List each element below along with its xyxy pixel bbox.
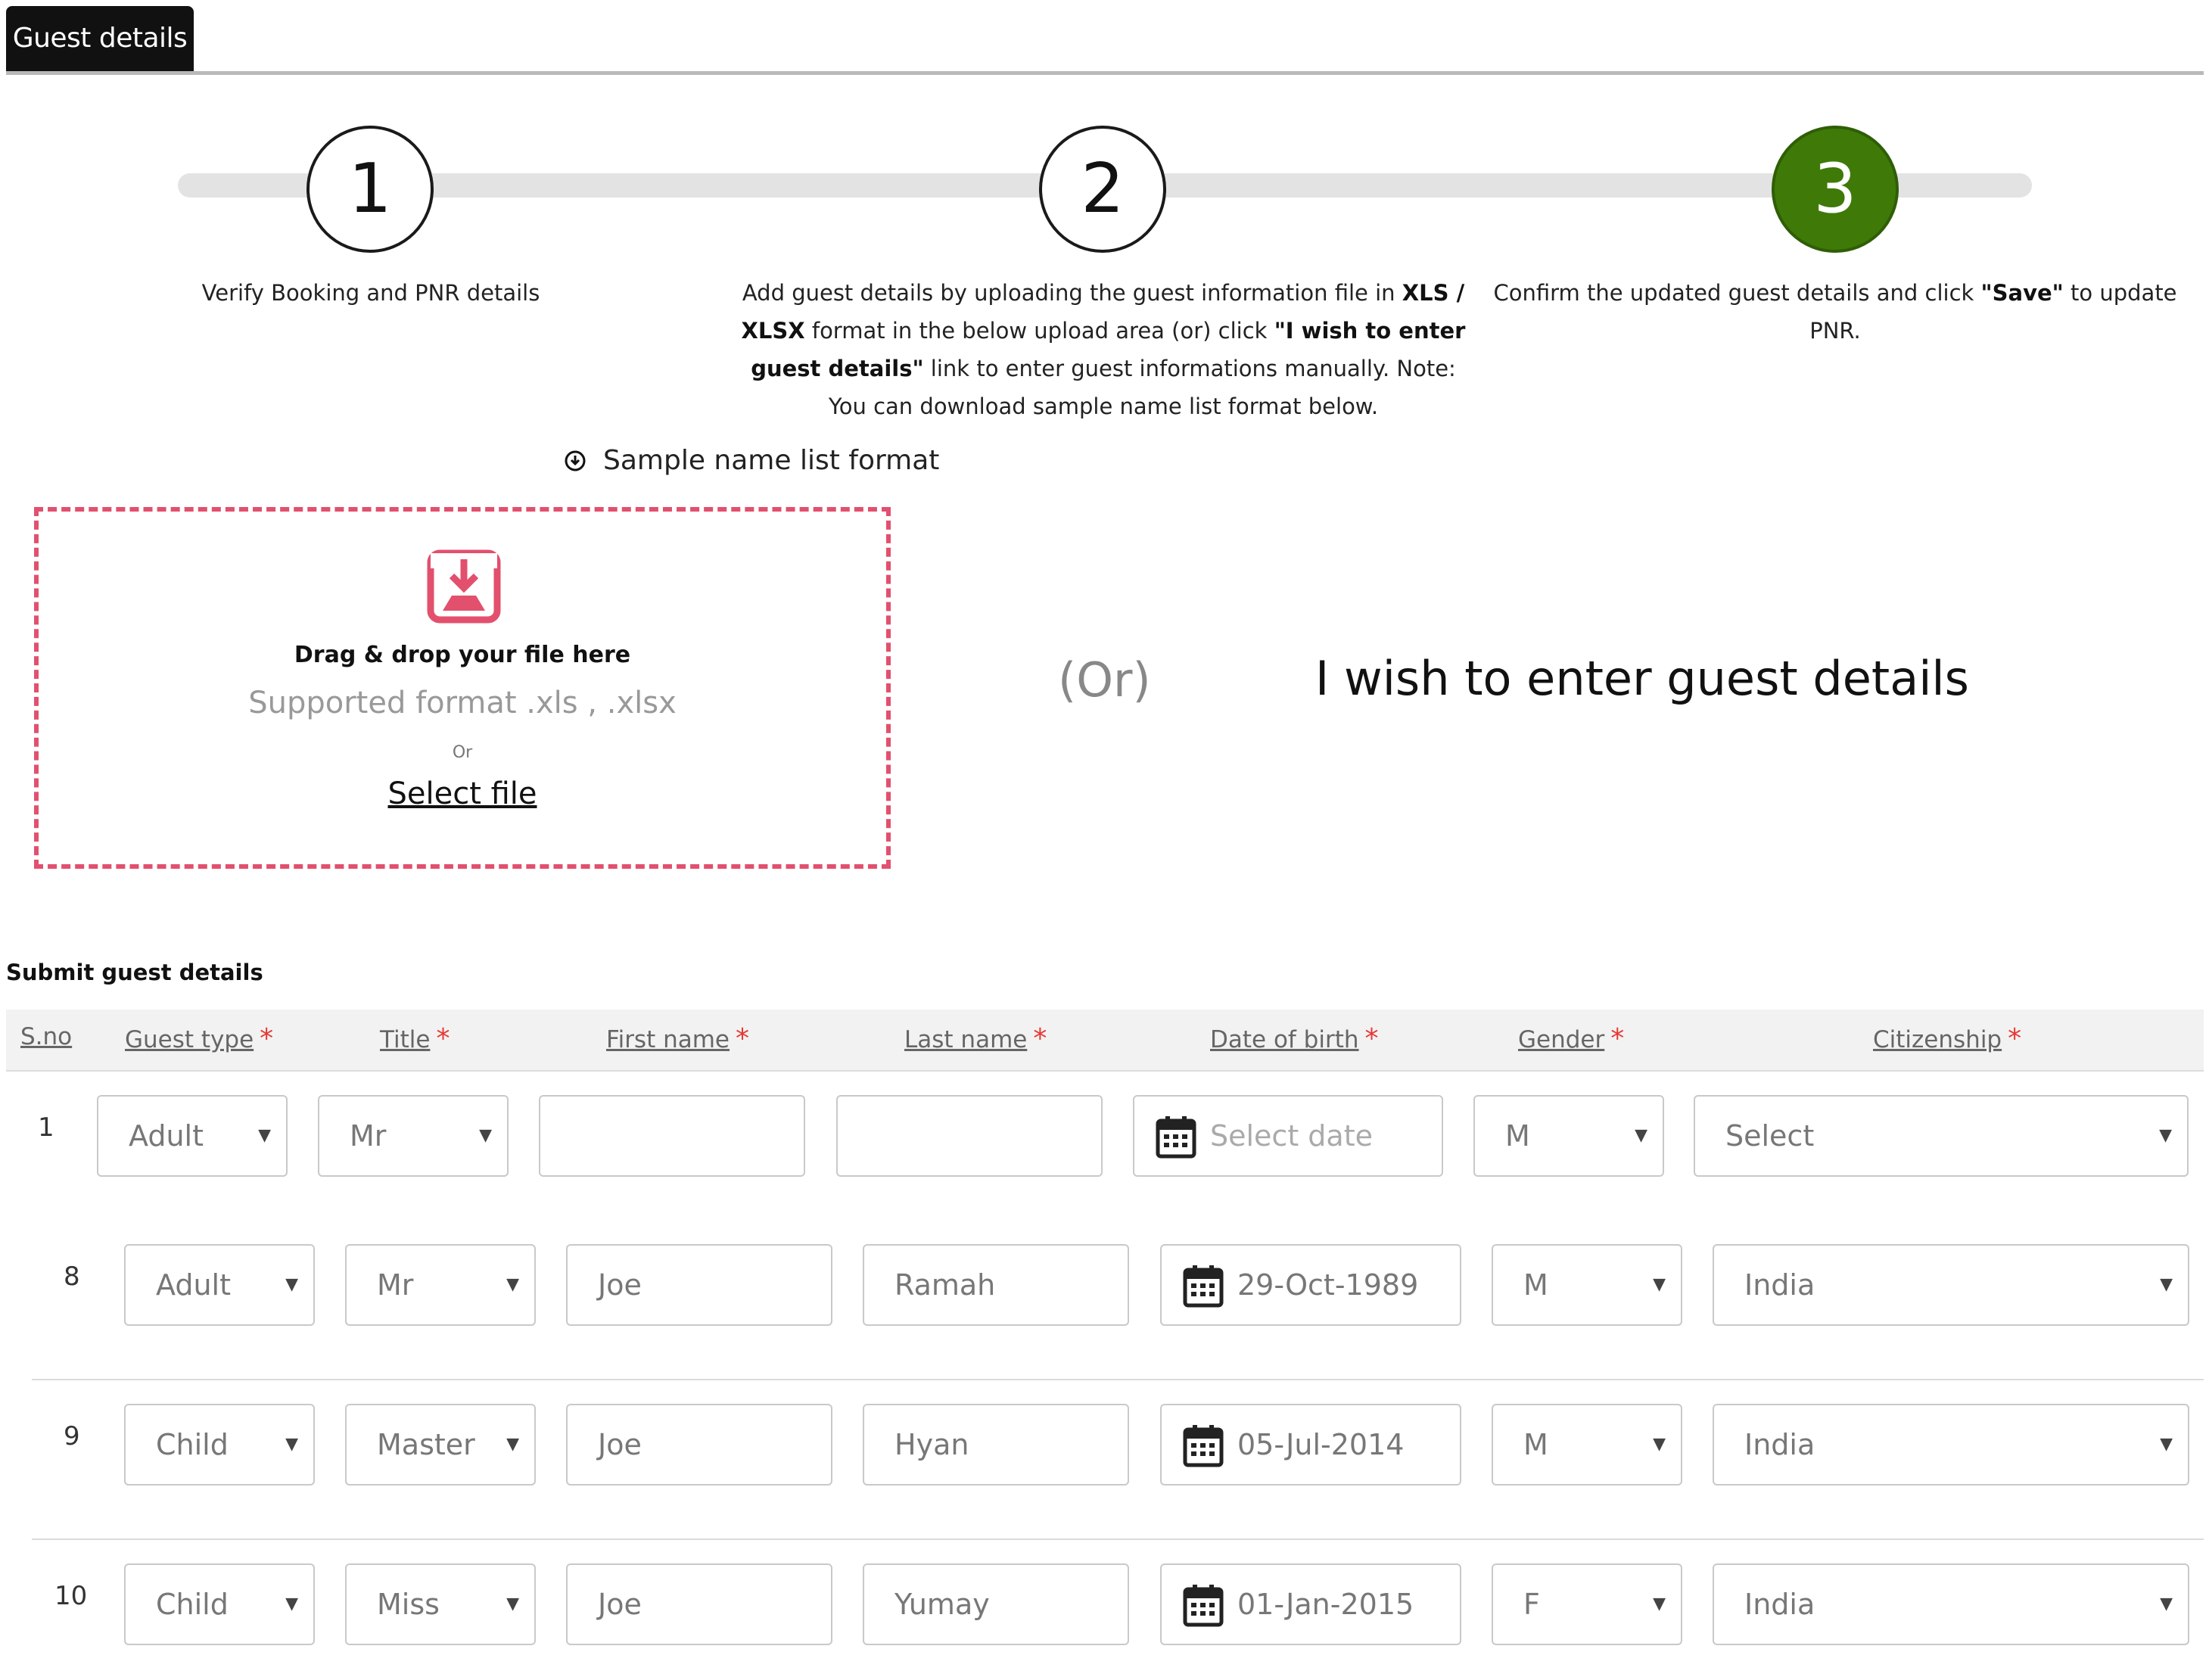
caret-down-icon: ▼	[285, 1435, 298, 1454]
citizenship-select[interactable]: Select ▼	[1694, 1095, 2189, 1177]
row-sno: 8	[64, 1262, 80, 1292]
last-name-input[interactable]: Hyan	[863, 1404, 1129, 1486]
first-name-input[interactable]: Joe	[566, 1563, 832, 1645]
last-name-input[interactable]: Yumay	[863, 1563, 1129, 1645]
row-divider	[32, 1379, 2204, 1380]
required-mark: *	[1610, 1023, 1625, 1054]
calendar-icon	[1183, 1425, 1224, 1467]
select-file-link[interactable]: Select file	[387, 776, 537, 811]
dropzone-title: Drag & drop your file here	[294, 642, 631, 668]
caret-down-icon: ▼	[258, 1126, 271, 1145]
step-3-text: Confirm the updated guest details and cl…	[1493, 280, 2177, 344]
caret-down-icon: ▼	[285, 1594, 298, 1613]
select-file-wrapper: Select file	[34, 776, 891, 811]
step-1-text: Verify Booking and PNR details	[201, 280, 540, 306]
header-last-name[interactable]: Last name *	[904, 1023, 1047, 1054]
step-1-circle: 1	[306, 126, 434, 253]
header-guest-type[interactable]: Guest type *	[125, 1023, 273, 1054]
required-mark: *	[1364, 1023, 1379, 1054]
dob-placeholder: Select date	[1210, 1119, 1373, 1153]
step-2-circle: 2	[1039, 126, 1166, 253]
gender-select[interactable]: M ▼	[1473, 1095, 1664, 1177]
citizenship-select[interactable]: India ▼	[1713, 1563, 2189, 1645]
gender-select[interactable]: M ▼	[1492, 1404, 1682, 1486]
calendar-icon	[1183, 1585, 1224, 1627]
or-separator: (Or)	[1058, 652, 1151, 708]
caret-down-icon: ▼	[2160, 1275, 2173, 1294]
supported-format-text: Supported format .xls , .xlsx	[248, 686, 677, 720]
caret-down-icon: ▼	[506, 1435, 519, 1454]
caret-down-icon: ▼	[2160, 1435, 2173, 1454]
row-divider	[32, 1538, 2204, 1540]
first-name-input[interactable]: Joe	[566, 1404, 832, 1486]
header-first-name[interactable]: First name *	[606, 1023, 749, 1054]
dob-value: 29-Oct-1989	[1237, 1268, 1419, 1302]
caret-down-icon: ▼	[479, 1126, 492, 1145]
gender-select[interactable]: F ▼	[1492, 1563, 1682, 1645]
caret-down-icon: ▼	[1653, 1594, 1666, 1613]
row-sno: 9	[64, 1421, 80, 1451]
dropzone-or-text: Or	[452, 743, 473, 762]
dob-input[interactable]: 29-Oct-1989	[1160, 1244, 1461, 1326]
tab-bar: Guest details	[0, 0, 2209, 76]
caret-down-icon: ▼	[1635, 1126, 1647, 1145]
header-gender[interactable]: Gender *	[1518, 1023, 1624, 1054]
last-name-input[interactable]: Ramah	[863, 1244, 1129, 1326]
title-select[interactable]: Miss ▼	[345, 1563, 536, 1645]
last-name-input[interactable]	[836, 1095, 1103, 1177]
dob-value: 05-Jul-2014	[1237, 1428, 1405, 1461]
header-sno[interactable]: S.no	[20, 1023, 72, 1050]
title-select[interactable]: Mr ▼	[318, 1095, 509, 1177]
caret-down-icon: ▼	[1653, 1435, 1666, 1454]
calendar-icon	[1156, 1116, 1196, 1159]
title-select[interactable]: Mr ▼	[345, 1244, 536, 1326]
calendar-icon	[1183, 1265, 1224, 1308]
header-citizenship[interactable]: Citizenship *	[1873, 1023, 2021, 1054]
guest-type-select[interactable]: Child ▼	[124, 1563, 315, 1645]
dob-value: 01-Jan-2015	[1237, 1588, 1414, 1621]
guest-type-select[interactable]: Adult ▼	[97, 1095, 288, 1177]
download-circle-icon	[565, 450, 586, 471]
first-name-input[interactable]: Joe	[566, 1244, 832, 1326]
required-mark: *	[260, 1023, 274, 1054]
caret-down-icon: ▼	[506, 1275, 519, 1294]
step-3-circle: 3	[1772, 126, 1899, 253]
row-sno: 10	[54, 1581, 88, 1611]
tab-guest-details[interactable]: Guest details	[6, 6, 194, 71]
caret-down-icon: ▼	[506, 1594, 519, 1613]
caret-down-icon: ▼	[2159, 1126, 2172, 1145]
caret-down-icon: ▼	[2160, 1594, 2173, 1613]
caret-down-icon: ▼	[285, 1275, 298, 1294]
caret-down-icon: ▼	[1653, 1275, 1666, 1294]
manual-entry-link[interactable]: I wish to enter guest details	[1315, 651, 1969, 706]
section-title: Submit guest details	[6, 960, 263, 985]
citizenship-select[interactable]: India ▼	[1713, 1404, 2189, 1486]
required-mark: *	[2008, 1023, 2022, 1054]
citizenship-select[interactable]: India ▼	[1713, 1244, 2189, 1326]
dob-input[interactable]: Select date	[1133, 1095, 1443, 1177]
dob-input[interactable]: 01-Jan-2015	[1160, 1563, 1461, 1645]
required-mark: *	[736, 1023, 750, 1054]
title-select[interactable]: Master ▼	[345, 1404, 536, 1486]
first-name-input[interactable]	[539, 1095, 805, 1177]
required-mark: *	[1033, 1023, 1047, 1054]
header-title[interactable]: Title *	[380, 1023, 450, 1054]
sample-format-label: Sample name list format	[603, 445, 940, 476]
upload-tray-icon	[427, 549, 501, 624]
sample-format-link[interactable]: Sample name list format	[564, 445, 939, 476]
dob-input[interactable]: 05-Jul-2014	[1160, 1404, 1461, 1486]
guest-type-select[interactable]: Adult ▼	[124, 1244, 315, 1326]
header-dob[interactable]: Date of birth *	[1210, 1023, 1379, 1054]
gender-select[interactable]: M ▼	[1492, 1244, 1682, 1326]
row-sno: 1	[38, 1112, 54, 1143]
required-mark: *	[436, 1023, 450, 1054]
tab-underline	[6, 71, 2204, 75]
step-2-text: Add guest details by uploading the guest…	[741, 280, 1466, 419]
guest-type-select[interactable]: Child ▼	[124, 1404, 315, 1486]
